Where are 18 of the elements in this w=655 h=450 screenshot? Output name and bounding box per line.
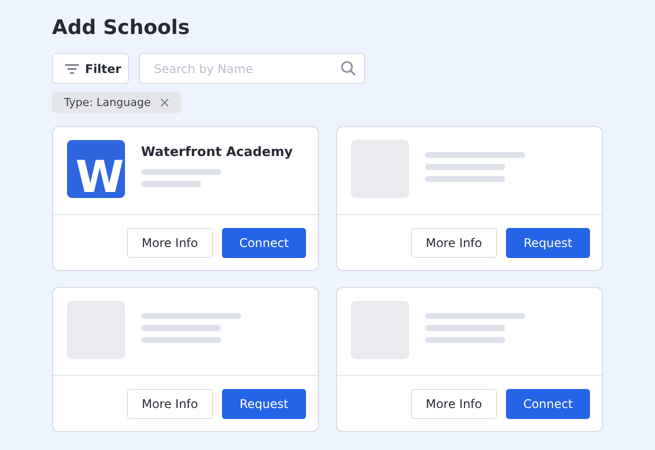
more-info-button[interactable]: More Info <box>126 389 213 419</box>
search-icon <box>341 61 356 76</box>
action-button[interactable]: Request <box>506 228 590 258</box>
more-info-button[interactable]: More Info <box>410 389 497 419</box>
skeleton-line <box>141 181 201 187</box>
action-button[interactable]: Connect <box>222 228 306 258</box>
chip-label: Type: Language <box>64 96 151 109</box>
school-name: Waterfront Academy <box>141 145 293 160</box>
more-info-button[interactable]: More Info <box>126 228 213 258</box>
school-logo: W <box>67 140 125 198</box>
search-input[interactable]: Search by Name <box>152 60 341 76</box>
filter-button[interactable]: Filter <box>52 53 129 84</box>
more-info-button[interactable]: More Info <box>410 228 497 258</box>
search-field[interactable]: Search by Name <box>139 53 365 84</box>
filter-icon <box>65 64 79 74</box>
page-title: Add Schools <box>52 14 191 40</box>
action-button[interactable]: Connect <box>506 389 590 419</box>
action-button[interactable]: Request <box>222 389 306 419</box>
